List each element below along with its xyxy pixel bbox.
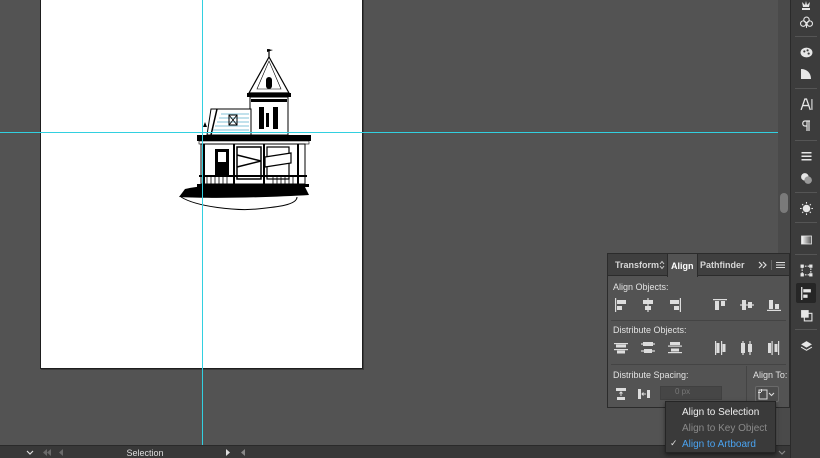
align-icon[interactable] — [796, 283, 816, 303]
palette-icon[interactable] — [796, 42, 816, 62]
distribute-bottom-button[interactable] — [667, 340, 683, 356]
status-menu-arrow-icon[interactable] — [225, 446, 231, 458]
menu-item-label: Align to Artboard — [682, 438, 756, 450]
first-artboard-icon[interactable] — [42, 446, 52, 458]
distribute-right-button[interactable] — [766, 340, 782, 356]
vertical-guide[interactable] — [202, 0, 203, 445]
align-to-menu: Align to Selection Align to Key Object ✓… — [665, 401, 776, 453]
menu-item-align-to-key-object[interactable]: Align to Key Object — [666, 420, 775, 436]
scrollbar-thumb[interactable] — [780, 193, 788, 213]
distribute-top-button[interactable] — [613, 340, 629, 356]
club-icon[interactable] — [796, 12, 816, 32]
panel-menu-icon[interactable] — [776, 254, 785, 276]
align-right-button[interactable] — [667, 297, 683, 313]
status-bar-scroll-left-icon[interactable] — [240, 446, 246, 458]
distribute-objects-label: Distribute Objects: — [613, 325, 687, 335]
victorian-house-illustration[interactable] — [177, 47, 312, 212]
appearance-icon[interactable] — [796, 198, 816, 218]
align-to-label: Align To: — [753, 370, 788, 380]
transparency-icon[interactable] — [796, 168, 816, 188]
tab-transform[interactable]: Transform — [615, 254, 659, 276]
horizontal-guide[interactable] — [0, 132, 778, 133]
paragraph-icon[interactable] — [796, 116, 816, 136]
menu-item-align-to-artboard[interactable]: ✓ Align to Artboard — [666, 436, 775, 452]
distribute-spacing-label: Distribute Spacing: — [613, 370, 689, 380]
zoom-dropdown-chevron-icon[interactable] — [26, 446, 34, 458]
previous-artboard-icon[interactable] — [58, 446, 64, 458]
pathfinder-icon[interactable] — [796, 305, 816, 325]
menu-item-align-to-selection[interactable]: Align to Selection — [666, 404, 775, 420]
align-top-button[interactable] — [712, 297, 728, 313]
checkmark-icon: ✓ — [670, 438, 678, 448]
align-bottom-button[interactable] — [766, 297, 782, 313]
align-vertical-center-button[interactable] — [739, 297, 755, 313]
tab-stepper-icon[interactable] — [658, 254, 666, 276]
type-icon[interactable] — [796, 94, 816, 114]
transform-icon[interactable] — [796, 260, 816, 280]
distribute-horizontal-center-button[interactable] — [739, 340, 755, 356]
align-objects-label: Align Objects: — [613, 282, 669, 292]
tab-pathfinder[interactable]: Pathfinder — [700, 254, 745, 276]
align-left-button[interactable] — [613, 297, 629, 313]
expand-panel-icon[interactable] — [758, 254, 768, 276]
panel-collapse-chevron-icon[interactable] — [778, 446, 786, 458]
spacing-input[interactable]: 0 px — [660, 386, 722, 400]
align-horizontal-center-button[interactable] — [640, 297, 656, 313]
align-panel: Transform Align Pathfinder Align Objects… — [607, 253, 790, 408]
tab-align[interactable]: Align — [667, 254, 698, 277]
align-to-dropdown-button[interactable] — [755, 386, 779, 402]
current-tool-name[interactable]: Selection — [95, 446, 195, 458]
distribute-left-button[interactable] — [712, 340, 728, 356]
horizontal-distribute-space-button[interactable] — [636, 386, 652, 402]
swatch-gradient-icon[interactable] — [796, 230, 816, 250]
stroke-icon[interactable] — [796, 146, 816, 166]
panel-icon-strip — [790, 0, 820, 458]
panel-tab-bar: Transform Align Pathfinder — [608, 254, 789, 277]
layers-icon[interactable] — [796, 336, 816, 356]
gradient-icon[interactable] — [796, 64, 816, 84]
vertical-distribute-space-button[interactable] — [613, 386, 629, 402]
distribute-vertical-center-button[interactable] — [640, 340, 656, 356]
